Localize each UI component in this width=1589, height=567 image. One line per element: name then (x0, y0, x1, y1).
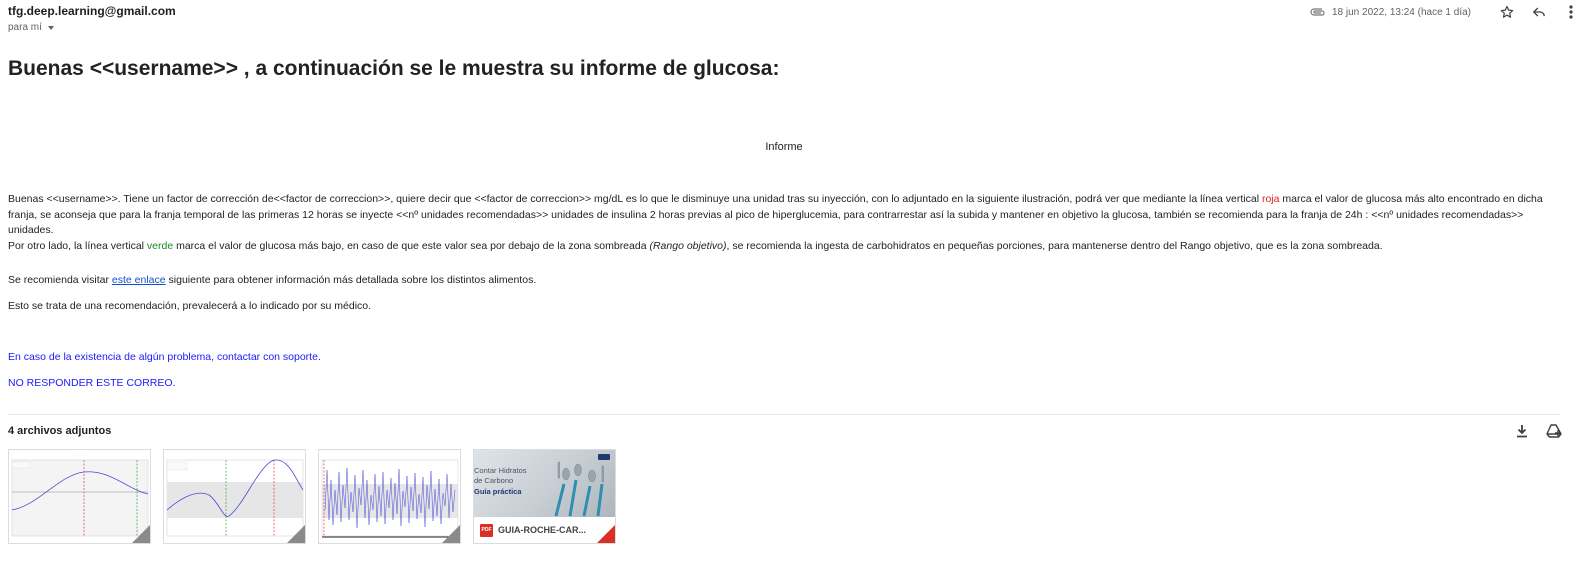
glucose-plot-image-2 (164, 450, 305, 543)
attachment-thumbnail-2[interactable] (163, 449, 306, 544)
email-header: tfg.deep.learning@gmail.com para mí 18 j… (8, 3, 1581, 43)
para2-green-word: verde (146, 239, 174, 252)
attachment-icon (1310, 4, 1326, 20)
attachments-title: 4 archivos adjuntos (8, 425, 112, 437)
para2-italic: (Rango objetivo) (649, 239, 727, 252)
star-icon (1500, 5, 1514, 18)
report-title: Informe (765, 141, 803, 153)
food-info-link[interactable]: este enlace (112, 274, 166, 286)
pdf-filename: GUIA-ROCHE-CAR... (498, 525, 586, 535)
reply-button[interactable] (1529, 2, 1549, 22)
email-heading: Buenas <<username>> , a continuación se … (8, 57, 780, 80)
download-icon (1517, 425, 1527, 438)
disclaimer-text: Esto se trata de una recomendación, prev… (8, 300, 372, 312)
para1-red-word: roja (1261, 193, 1280, 205)
attachment-thumbnail-3[interactable] (318, 449, 461, 544)
reply-icon (1533, 7, 1545, 17)
email-date: 18 jun 2022, 13:24 (hace 1 día) (1332, 6, 1471, 18)
pdf-cover-image: Contar Hidratos de Carbono Guía práctica (474, 450, 615, 517)
header-actions: 18 jun 2022, 13:24 (hace 1 día) (1310, 3, 1581, 21)
glucose-plot-image-1: .. (9, 450, 150, 543)
recipient-dropdown[interactable]: para mí (8, 22, 54, 33)
add-to-drive-button[interactable] (1545, 422, 1563, 440)
attachments-divider (8, 414, 1560, 415)
recipient-label: para mí (8, 22, 42, 33)
visit-text-a: Se recomienda visitar (8, 274, 112, 286)
para1-text-a: Buenas <<username>>. Tiene un factor de … (8, 193, 1262, 205)
pdf-icon: PDF (480, 523, 493, 537)
attachments-actions (1513, 422, 1563, 440)
para2-text-a: Por otro lado, la línea vertical (8, 239, 147, 252)
support-text: En caso de la existencia de algún proble… (8, 351, 321, 363)
para2-text-c: , se recomienda la ingesta de carbohidra… (726, 239, 1383, 252)
attachment-pdf[interactable]: Contar Hidratos de Carbono Guía práctica… (473, 449, 616, 544)
more-button[interactable] (1561, 2, 1581, 22)
pdf-cover-line-2: de Carbono (474, 476, 514, 485)
pdf-cover-line-1: Contar Hidratos (474, 466, 527, 475)
thumbnail-fold (287, 525, 305, 543)
thumbnail-fold (597, 525, 615, 543)
add-to-drive-icon (1546, 424, 1562, 438)
svg-text:..: .. (79, 454, 81, 457)
thumbnail-fold (442, 525, 460, 543)
visit-text-b: siguiente para obtener información más d… (165, 274, 537, 286)
chevron-down-icon (47, 25, 54, 30)
pdf-filename-bar: PDF GUIA-ROCHE-CAR... (474, 517, 615, 543)
para2-text-b: marca el valor de glucosa más bajo, en c… (173, 239, 650, 252)
report-body: Buenas <<username>>. Tiene un factor de … (8, 192, 1560, 254)
sender-email[interactable]: tfg.deep.learning@gmail.com (8, 4, 176, 18)
noreply-text: NO RESPONDER ESTE CORREO. (8, 377, 176, 389)
download-all-button[interactable] (1513, 422, 1531, 440)
visit-paragraph: Se recomienda visitar este enlace siguie… (8, 274, 536, 286)
pdf-cover-line-3: Guía práctica (474, 487, 522, 496)
attachment-thumbnail-1[interactable]: .. (8, 449, 151, 544)
star-button[interactable] (1497, 2, 1517, 22)
more-icon (1569, 5, 1573, 19)
glucose-plot-image-3 (319, 450, 460, 543)
thumbnail-fold (132, 525, 150, 543)
